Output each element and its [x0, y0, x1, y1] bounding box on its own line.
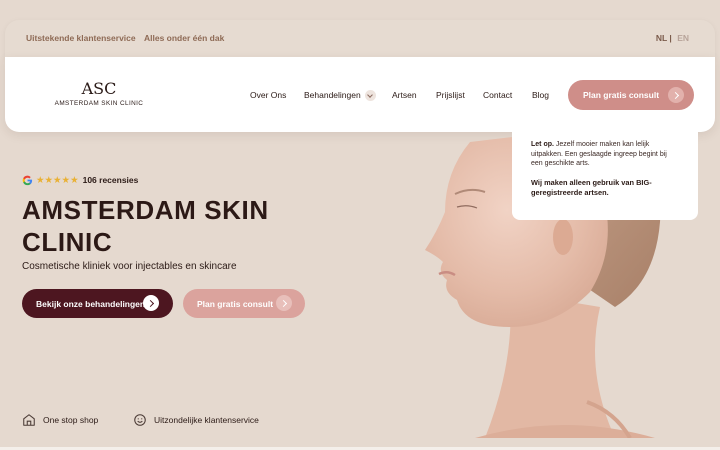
notice-lead: Let op.: [531, 141, 554, 148]
top-info-bar: Uitstekende klantenservice Alles onder é…: [5, 20, 715, 60]
feature-customer-service: Uitzondelijke klantenservice: [133, 413, 259, 427]
arrow-right-icon: [276, 295, 292, 311]
nav-artsen[interactable]: Artsen: [392, 90, 417, 100]
language-en[interactable]: EN: [677, 33, 689, 43]
nav-contact[interactable]: Contact: [483, 90, 512, 100]
notice-body: Let op. Jezelf mooier maken kan lelijk u…: [531, 140, 680, 169]
google-icon: [22, 175, 33, 185]
nav-plan-consult-button[interactable]: Plan gratis consult: [568, 80, 694, 110]
notice-big-statement: Wij maken alleen gebruik van BIG-geregis…: [531, 177, 652, 197]
feature-one-stop-shop-label: One stop shop: [43, 415, 99, 425]
topbar-usp-all-in-one[interactable]: Alles onder één dak: [144, 33, 224, 43]
rating-reviews: 106 recensies: [82, 175, 139, 185]
store-icon: [23, 414, 35, 426]
nav-prijslijst[interactable]: Prijslijst: [436, 90, 465, 100]
big-notice-card: Let op. Jezelf mooier maken kan lelijk u…: [512, 132, 698, 220]
nav-behandelingen[interactable]: Behandelingen: [304, 90, 376, 101]
feature-customer-service-label: Uitzondelijke klantenservice: [154, 415, 259, 425]
topbar-usp-service[interactable]: Uitstekende klantenservice: [26, 33, 136, 43]
language-nl[interactable]: NL |: [656, 33, 672, 43]
smile-icon: [134, 414, 146, 426]
arrow-right-icon: [143, 295, 159, 311]
logo-wordmark: AMSTERDAM SKIN CLINIC: [54, 100, 144, 107]
logo-mark: ASC: [81, 79, 117, 98]
nav-cta-label: Plan gratis consult: [583, 90, 660, 100]
rating-stars: ★★★★★: [36, 174, 79, 186]
hero-plan-consult-button[interactable]: Plan gratis consult: [183, 289, 305, 318]
nav-behandelingen-label: Behandelingen: [304, 90, 361, 100]
hero-plan-consult-label: Plan gratis consult: [197, 299, 274, 309]
nav-blog[interactable]: Blog: [532, 90, 549, 100]
chevron-down-icon[interactable]: [364, 90, 376, 101]
hero-title: AMSTERDAM SKIN CLINIC: [22, 195, 269, 257]
main-navbar: ASC AMSTERDAM SKIN CLINIC Over Ons Behan…: [5, 57, 715, 132]
view-treatments-label: Bekijk onze behandelingen: [36, 299, 146, 309]
nav-over-ons[interactable]: Over Ons: [250, 90, 286, 100]
site-logo[interactable]: ASC AMSTERDAM SKIN CLINIC: [53, 81, 145, 111]
language-switcher: NL | EN: [656, 33, 689, 43]
google-rating[interactable]: ★★★★★ 106 recensies: [22, 174, 138, 186]
hero-subtitle: Cosmetische kliniek voor injectables en …: [22, 261, 237, 272]
arrow-right-icon: [668, 87, 684, 103]
view-treatments-button[interactable]: Bekijk onze behandelingen: [22, 289, 173, 318]
feature-one-stop-shop: One stop shop: [22, 413, 98, 427]
